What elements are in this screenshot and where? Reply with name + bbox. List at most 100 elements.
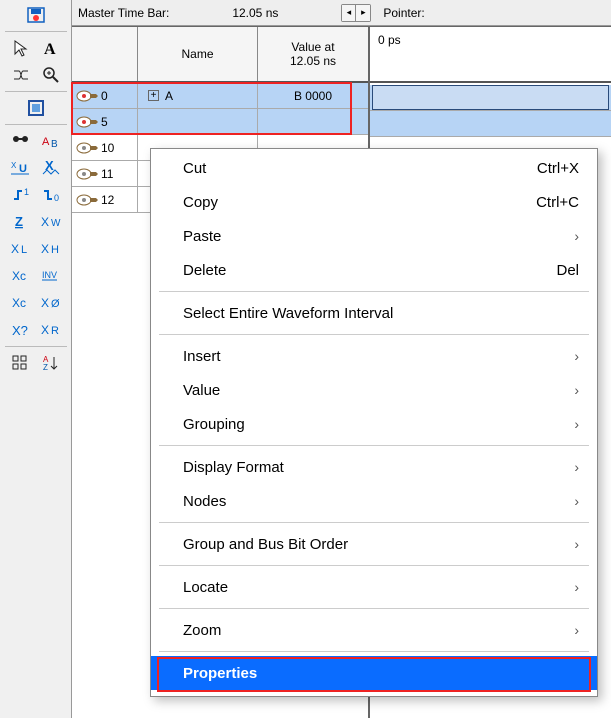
signal-value-cell: B 0000 — [258, 83, 368, 108]
svg-text:Z: Z — [43, 363, 48, 372]
signal-idx-cell[interactable]: 10 — [72, 135, 138, 160]
context-menu-label: Paste — [183, 228, 221, 245]
signal-idx-cell[interactable]: 0 — [72, 83, 138, 108]
expand-icon[interactable]: + — [148, 90, 159, 101]
svg-text:1: 1 — [24, 187, 29, 197]
submenu-arrow-icon: › — [574, 416, 579, 432]
svg-text:X: X — [41, 242, 49, 256]
context-menu-item-group-and-bus-bit-order[interactable]: Group and Bus Bit Order› — [151, 527, 597, 561]
svg-text:B: B — [51, 139, 58, 149]
save-icon[interactable] — [22, 2, 50, 28]
high-to-low-icon[interactable]: 0 — [37, 182, 65, 208]
context-menu-separator — [159, 565, 589, 566]
submenu-arrow-icon: › — [574, 382, 579, 398]
step-right-icon[interactable]: ▸ — [356, 5, 370, 21]
svg-text:X: X — [41, 296, 49, 310]
context-menu-label: Insert — [183, 348, 221, 365]
signal-row[interactable]: 0+AB 0000 — [72, 83, 368, 109]
add-signal-icon[interactable]: AB — [37, 128, 65, 154]
context-menu-item-select-entire-waveform-interval[interactable]: Select Entire Waveform Interval — [151, 296, 597, 330]
svg-text:Xc: Xc — [12, 296, 26, 310]
low-to-high-icon[interactable]: 1 — [7, 182, 35, 208]
context-menu-item-zoom[interactable]: Zoom› — [151, 613, 597, 647]
svg-text:X: X — [11, 161, 17, 170]
context-menu-item-insert[interactable]: Insert › — [151, 339, 597, 373]
step-left-icon[interactable]: ◂ — [342, 5, 356, 21]
weak-x-icon[interactable]: XW — [37, 209, 65, 235]
svg-text:Ø: Ø — [51, 298, 60, 310]
time-tick-0: 0 ps — [378, 33, 401, 47]
context-menu-item-copy[interactable]: Copy Ctrl+C — [151, 185, 597, 219]
svg-text:L: L — [21, 244, 27, 256]
signal-idx-cell[interactable]: 12 — [72, 187, 138, 212]
context-menu-item-grouping[interactable]: Grouping› — [151, 407, 597, 441]
force-z-icon[interactable]: Z — [7, 209, 35, 235]
invert-dc-icon[interactable]: Xc — [7, 263, 35, 289]
xu-icon[interactable]: XU — [7, 155, 35, 181]
submenu-arrow-icon: › — [574, 228, 579, 244]
weak-l-icon[interactable]: XL — [7, 236, 35, 262]
submenu-arrow-icon: › — [574, 459, 579, 475]
context-menu-item-display-format[interactable]: Display Format › — [151, 450, 597, 484]
waveform-bus-shape — [372, 85, 609, 110]
context-menu-shortcut: Ctrl+C — [536, 194, 579, 211]
waveform-row[interactable] — [370, 111, 611, 137]
submenu-arrow-icon: › — [574, 348, 579, 364]
svg-text:Xc: Xc — [12, 269, 26, 283]
svg-text:X: X — [41, 215, 49, 229]
overwrite-clock-icon[interactable]: XØ — [37, 290, 65, 316]
zoom-in-icon[interactable] — [37, 62, 65, 88]
submenu-arrow-icon: › — [574, 536, 579, 552]
pointer-tool-icon[interactable] — [7, 35, 35, 61]
context-menu[interactable]: CutCtrl+X Copy Ctrl+C Paste › DeleteDel Select… — [150, 148, 598, 697]
context-menu-label: Delete — [183, 262, 226, 279]
signal-name-cell[interactable]: +A — [138, 83, 258, 108]
signal-row[interactable]: 5 — [72, 109, 368, 135]
context-menu-item-locate[interactable]: Locate› — [151, 570, 597, 604]
col-value-header[interactable]: Value at 12.05 ns — [258, 27, 368, 81]
find-icon[interactable] — [7, 128, 35, 154]
arbitrary-value-icon[interactable]: X? — [7, 317, 35, 343]
context-menu-separator — [159, 651, 589, 652]
context-menu-item-value[interactable]: Value› — [151, 373, 597, 407]
context-menu-separator — [159, 608, 589, 609]
context-menu-separator — [159, 334, 589, 335]
signal-idx-cell[interactable]: 5 — [72, 109, 138, 134]
x-wave-icon[interactable]: X — [37, 155, 65, 181]
hierarchy-icon[interactable] — [7, 62, 35, 88]
master-time-value[interactable]: 12.05 ns — [175, 6, 335, 20]
context-menu-item-cut[interactable]: CutCtrl+X — [151, 151, 597, 185]
signal-header: Name Value at 12.05 ns — [72, 27, 368, 83]
context-menu-item-nodes[interactable]: Nodes› — [151, 484, 597, 518]
context-menu-label: Copy — [183, 194, 218, 211]
sort-icon[interactable]: AZ — [37, 350, 65, 376]
context-menu-item-delete[interactable]: DeleteDel — [151, 253, 597, 287]
context-menu-separator — [159, 522, 589, 523]
bus-icon — [76, 115, 98, 129]
time-bar: Master Time Bar: 12.05 ns ◂ ▸ Pointer: — [72, 0, 611, 26]
text-tool-icon[interactable]: A — [37, 35, 65, 61]
context-menu-label: Select Entire Waveform Interval — [183, 305, 393, 322]
time-stepper[interactable]: ◂ ▸ — [341, 4, 371, 22]
weak-h-icon[interactable]: XH — [37, 236, 65, 262]
bus-icon — [76, 193, 98, 207]
svg-text:R: R — [51, 325, 59, 337]
col-name-header[interactable]: Name — [138, 27, 258, 81]
svg-text:H: H — [51, 244, 59, 256]
waveform-row[interactable] — [370, 85, 611, 111]
invert-icon[interactable]: INV — [37, 263, 65, 289]
signal-name-cell[interactable] — [138, 109, 258, 134]
context-menu-item-paste[interactable]: Paste › — [151, 219, 597, 253]
random-value-icon[interactable]: XR — [37, 317, 65, 343]
signal-idx-cell[interactable]: 11 — [72, 161, 138, 186]
signal-value-cell — [258, 109, 368, 134]
context-menu-item-properties[interactable]: Properties — [151, 656, 597, 690]
context-menu-label: Zoom — [183, 622, 221, 639]
bus-icon — [76, 141, 98, 155]
context-menu-label: Display Format — [183, 459, 284, 476]
snap-icon[interactable] — [7, 350, 35, 376]
count-icon[interactable]: Xc — [7, 290, 35, 316]
svg-text:X?: X? — [12, 323, 28, 338]
left-toolbar: A AB XU X — [0, 0, 72, 718]
fullscreen-icon[interactable] — [22, 95, 50, 121]
